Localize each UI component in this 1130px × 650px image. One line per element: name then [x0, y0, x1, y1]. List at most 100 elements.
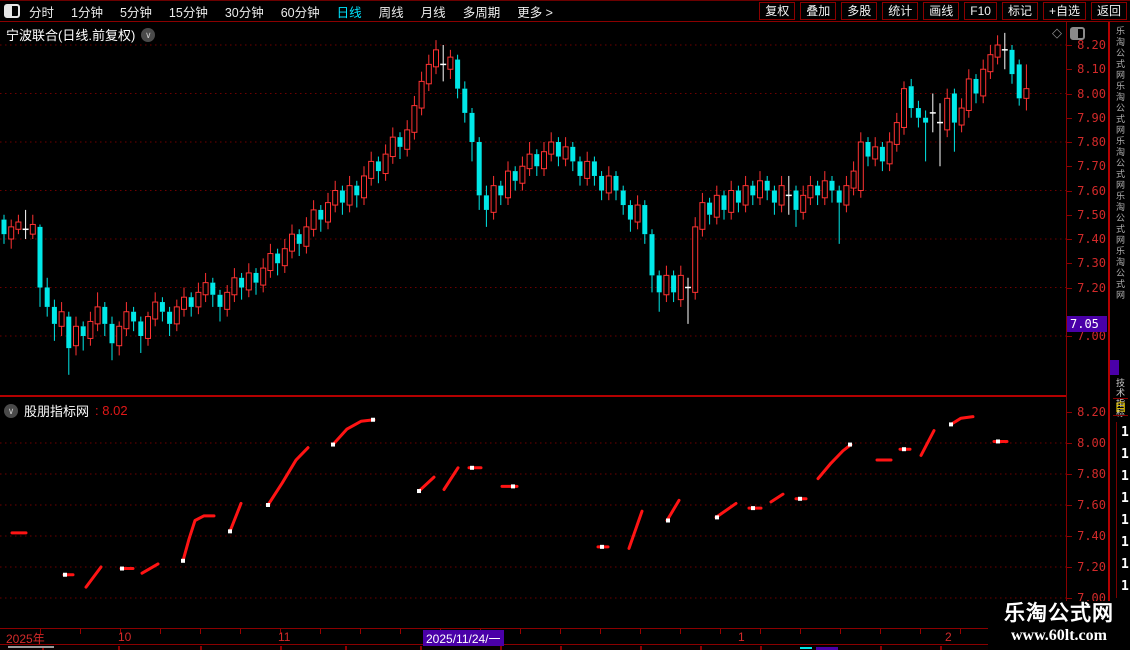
candle-up[interactable]: [152, 301, 159, 320]
candle-up[interactable]: [361, 175, 367, 199]
candle-down[interactable]: [354, 185, 360, 196]
candle-up[interactable]: [901, 88, 907, 128]
candle-up[interactable]: [663, 274, 670, 296]
candle-up[interactable]: [195, 291, 202, 308]
candle-down[interactable]: [80, 326, 86, 336]
candle-down[interactable]: [462, 88, 468, 113]
candle-up[interactable]: [281, 248, 288, 267]
candle-up[interactable]: [713, 194, 720, 218]
panel-toggle-icon[interactable]: [1070, 26, 1085, 40]
candle-up[interactable]: [346, 185, 353, 206]
candle-up[interactable]: [368, 160, 375, 179]
candle-down[interactable]: [570, 146, 576, 162]
period-tab-周线[interactable]: 周线: [379, 2, 404, 21]
candle-up[interactable]: [310, 209, 317, 230]
toolbar-button-叠加[interactable]: 叠加: [800, 2, 837, 20]
candle-down[interactable]: [865, 142, 871, 157]
period-tab-1分钟[interactable]: 1分钟: [71, 2, 103, 21]
candle-up[interactable]: [994, 44, 1001, 58]
candle-up[interactable]: [519, 165, 526, 184]
candle-up[interactable]: [123, 311, 130, 330]
candle-up[interactable]: [202, 282, 209, 296]
candle-up[interactable]: [58, 311, 65, 327]
candle-down[interactable]: [879, 146, 885, 162]
candle-down[interactable]: [275, 253, 281, 264]
candle-up[interactable]: [541, 151, 547, 170]
candle-down[interactable]: [627, 205, 633, 220]
collapse-panel-icon[interactable]: [4, 4, 20, 18]
candle-down[interactable]: [512, 171, 518, 181]
sidebar-list-marker[interactable]: 1: [1121, 532, 1129, 554]
candle-up[interactable]: [886, 141, 893, 165]
sidebar-list-marker[interactable]: 1: [1121, 466, 1129, 488]
candle-down[interactable]: [375, 161, 381, 172]
candle-down[interactable]: [793, 190, 799, 210]
candle-up[interactable]: [699, 202, 706, 230]
candle-up[interactable]: [15, 221, 22, 230]
toolbar-button-画线[interactable]: 画线: [923, 2, 960, 20]
candle-down[interactable]: [671, 275, 677, 293]
candle-up[interactable]: [490, 185, 497, 213]
candle-down[interactable]: [109, 323, 115, 344]
candle-down[interactable]: [483, 195, 489, 210]
candle-up[interactable]: [267, 253, 274, 272]
candle-up[interactable]: [965, 78, 972, 111]
candle-down[interactable]: [498, 185, 504, 196]
candle-down[interactable]: [167, 311, 173, 324]
candle-down[interactable]: [923, 117, 929, 123]
candle-up[interactable]: [605, 175, 612, 194]
candle-down[interactable]: [829, 180, 835, 191]
candle-up[interactable]: [821, 180, 828, 199]
candle-down[interactable]: [707, 202, 713, 215]
candle-down[interactable]: [908, 86, 914, 109]
candle-up[interactable]: [893, 122, 900, 145]
candle-up[interactable]: [145, 316, 151, 339]
candle-up[interactable]: [325, 202, 331, 223]
candle-down[interactable]: [66, 316, 72, 349]
period-tab-60分钟[interactable]: 60分钟: [281, 2, 320, 21]
sidebar-list-marker[interactable]: 1: [1121, 510, 1129, 532]
toolbar-button-多股[interactable]: 多股: [841, 2, 878, 20]
candle-down[interactable]: [764, 180, 770, 191]
candle-up[interactable]: [73, 325, 79, 347]
period-tab-15分钟[interactable]: 15分钟: [169, 2, 208, 21]
candle-up[interactable]: [526, 153, 533, 170]
candle-up[interactable]: [757, 180, 763, 199]
candle-down[interactable]: [210, 282, 216, 295]
candle-up[interactable]: [433, 49, 439, 68]
candle-up[interactable]: [548, 141, 555, 155]
candle-up[interactable]: [1023, 88, 1030, 99]
candle-down[interactable]: [951, 93, 957, 123]
candle-up[interactable]: [8, 226, 15, 240]
candle-down[interactable]: [131, 311, 137, 322]
candle-up[interactable]: [94, 306, 101, 325]
toolbar-button-复权[interactable]: 复权: [759, 2, 796, 20]
candle-up[interactable]: [173, 306, 180, 325]
period-tab-多周期[interactable]: 多周期: [463, 2, 501, 21]
candle-up[interactable]: [116, 325, 123, 347]
candle-down[interactable]: [44, 287, 50, 307]
candle-down[interactable]: [217, 294, 223, 307]
candle-up[interactable]: [289, 233, 295, 252]
candle-up[interactable]: [562, 146, 569, 160]
candle-up[interactable]: [800, 194, 807, 213]
candle-up[interactable]: [778, 185, 785, 206]
candle-up[interactable]: [332, 190, 339, 206]
candle-down[interactable]: [599, 175, 605, 191]
candle-down[interactable]: [836, 190, 842, 203]
candle-down[interactable]: [102, 306, 108, 324]
candlestick-chart-canvas[interactable]: [0, 0, 1066, 650]
candle-up[interactable]: [634, 204, 641, 223]
candle-up[interactable]: [980, 68, 987, 97]
candle-down[interactable]: [296, 234, 302, 244]
period-tab-月线[interactable]: 月线: [421, 2, 446, 21]
candle-down[interactable]: [620, 190, 626, 206]
candle-down[interactable]: [649, 234, 655, 276]
candle-down[interactable]: [1, 219, 7, 235]
candle-up[interactable]: [958, 107, 965, 126]
candle-up[interactable]: [850, 170, 857, 189]
candle-up[interactable]: [944, 97, 951, 131]
candle-down[interactable]: [253, 272, 259, 283]
candle-up[interactable]: [843, 185, 850, 206]
candle-up[interactable]: [231, 277, 238, 296]
